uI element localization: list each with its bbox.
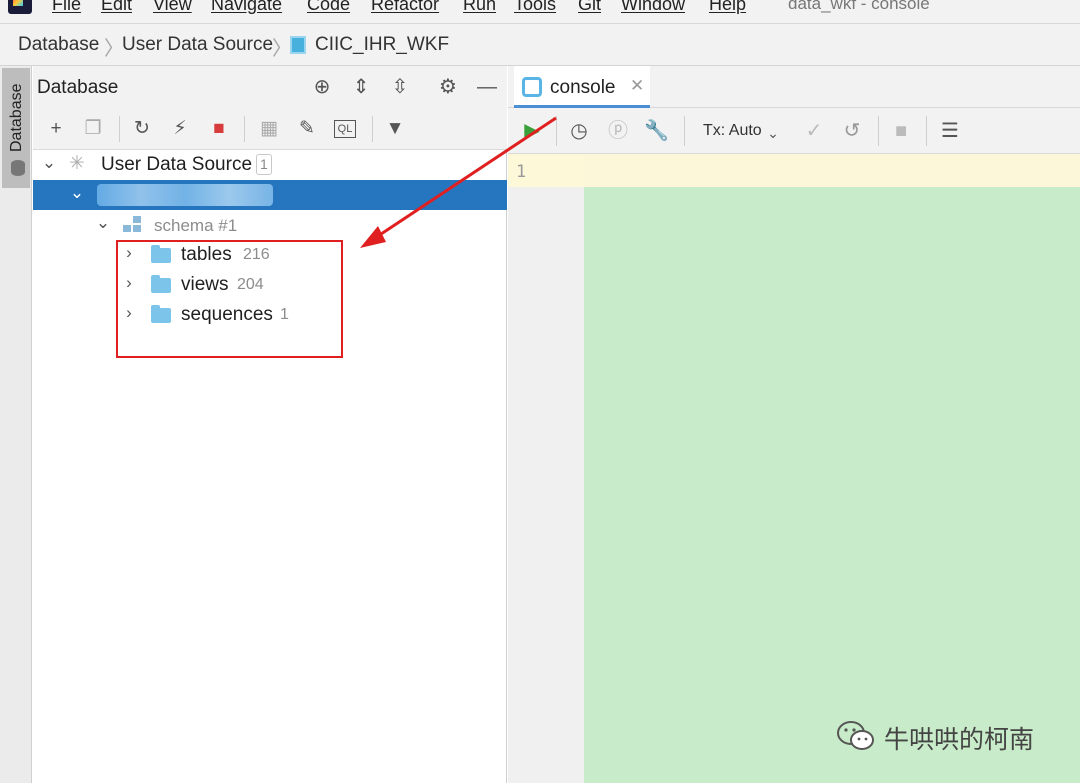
output-table-icon[interactable]: ☰ <box>938 119 962 143</box>
locate-icon[interactable]: ⊕ <box>311 76 333 98</box>
toolbar-separator <box>556 116 557 146</box>
settings-wrench-icon[interactable]: 🔧 <box>644 119 669 143</box>
schema-label: schema #1 <box>154 216 238 235</box>
toolbar-separator <box>878 116 879 146</box>
run-icon[interactable]: ▶ <box>520 119 544 143</box>
redacted-datasource-name <box>97 184 273 206</box>
tree-row-datasource-selected[interactable]: ⌄ <box>33 180 507 210</box>
chevron-down-icon[interactable]: ⌄ <box>95 213 111 233</box>
edit-icon[interactable]: ✎ <box>296 118 318 140</box>
toolbar-separator <box>926 116 927 146</box>
commit-icon[interactable]: ✓ <box>802 119 826 143</box>
breadcrumb-separator: 〉 <box>272 38 292 60</box>
menu-run[interactable]: Run <box>463 0 496 15</box>
menu-window[interactable]: Window <box>621 0 685 15</box>
sql-editor[interactable] <box>584 154 1080 783</box>
user-data-source-label: User Data Source <box>101 154 253 175</box>
tx-mode-dropdown[interactable]: Tx: Auto <box>703 122 762 140</box>
tree-row-schema[interactable]: ⌄ schema #1 <box>33 210 507 240</box>
toolbar-separator <box>244 116 245 142</box>
database-toolbar: + ❐ ↻ ⚡ ■ ▦ ✎ QL ▼ <box>33 108 507 150</box>
filter-icon[interactable]: ▼ <box>384 118 406 140</box>
menu-tools[interactable]: Tools <box>514 0 556 15</box>
chevron-down-icon[interactable]: ⌄ <box>41 153 57 173</box>
breadcrumb-user-data-source[interactable]: User Data Source <box>122 34 273 56</box>
tree-row-user-data-source[interactable]: ⌄ ✳ User Data Source 1 <box>33 150 507 180</box>
line-number: 1 <box>516 162 527 182</box>
tool-window-stripe: Database <box>0 66 32 783</box>
menu-help[interactable]: Help <box>709 0 746 15</box>
menu-view[interactable]: View <box>153 0 192 15</box>
tab-console-label: console <box>550 77 616 98</box>
rollback-icon[interactable]: ↺ <box>840 119 864 143</box>
menu-bar: File Edit View Navigate Code Refactor Ru… <box>0 0 1080 24</box>
database-file-icon <box>290 36 306 54</box>
expand-all-icon[interactable]: ⇕ <box>350 76 372 98</box>
data-source-count-badge: 1 <box>256 154 272 175</box>
console-icon <box>522 77 542 97</box>
ql-console-icon[interactable]: QL <box>334 120 356 138</box>
stop-icon[interactable]: ■ <box>208 118 230 140</box>
parameters-icon[interactable]: ⓟ <box>606 119 630 143</box>
duplicate-icon[interactable]: ❐ <box>82 118 104 140</box>
wechat-icon <box>837 721 874 750</box>
chevron-down-icon[interactable]: ⌄ <box>69 183 85 203</box>
database-cylinder-icon <box>11 160 25 176</box>
close-icon[interactable]: ✕ <box>630 76 644 96</box>
menu-refactor[interactable]: Refactor <box>371 0 439 15</box>
tab-console[interactable]: console ✕ <box>514 66 650 108</box>
schema-sync-icon[interactable]: ⚡ <box>169 118 191 140</box>
breadcrumb-ciic-ihr-wkf[interactable]: CIIC_IHR_WKF <box>315 34 449 56</box>
console-area: console ✕ ▶ ◷ ⓟ 🔧 Tx: Auto ⌄ ✓ ↺ ■ ☰ 1 <box>508 66 1080 783</box>
breadcrumb-database[interactable]: Database <box>18 34 99 56</box>
toolbar-separator <box>119 116 120 142</box>
menu-code[interactable]: Code <box>307 0 350 15</box>
loading-spinner-icon: ✳ <box>69 153 85 174</box>
watermark-text: 牛哄哄的柯南 <box>884 725 1035 754</box>
chevron-down-icon[interactable]: ⌄ <box>761 121 785 145</box>
history-icon[interactable]: ◷ <box>567 119 591 143</box>
collapse-all-icon[interactable]: ⇳ <box>389 76 411 98</box>
toolbar-separator <box>684 116 685 146</box>
database-tool-tab-label: Database <box>8 83 25 153</box>
menu-git[interactable]: Git <box>578 0 601 15</box>
schema-icon <box>123 216 143 234</box>
console-toolbar: ▶ ◷ ⓟ 🔧 Tx: Auto ⌄ ✓ ↺ ■ ☰ <box>508 108 1080 154</box>
annotation-highlight-box <box>116 240 343 358</box>
table-view-icon[interactable]: ▦ <box>258 118 280 140</box>
menu-edit[interactable]: Edit <box>101 0 132 15</box>
breadcrumb-separator: 〉 <box>104 38 124 60</box>
breadcrumb: Database 〉 User Data Source 〉 CIIC_IHR_W… <box>0 24 1080 66</box>
current-line-highlight <box>584 154 1080 187</box>
minimize-icon[interactable]: — <box>476 76 498 98</box>
refresh-icon[interactable]: ↻ <box>131 118 153 140</box>
database-panel-header: Database ⊕ ⇕ ⇳ ⚙ — <box>33 66 507 108</box>
stop-icon[interactable]: ■ <box>889 119 913 143</box>
editor-tab-bar: console ✕ <box>508 66 1080 108</box>
menu-navigate[interactable]: Navigate <box>211 0 282 15</box>
database-panel: Database ⊕ ⇕ ⇳ ⚙ — + ❐ ↻ ⚡ ■ ▦ ✎ QL ▼ ⌄ … <box>33 66 507 783</box>
add-icon[interactable]: + <box>45 118 67 140</box>
database-tool-tab[interactable]: Database <box>2 68 30 188</box>
app-logo-icon <box>8 0 32 14</box>
line-number-gutter: 1 <box>508 154 584 783</box>
menu-file[interactable]: File <box>52 0 81 15</box>
gear-icon[interactable]: ⚙ <box>437 76 459 98</box>
window-title: data_wkf - console <box>788 0 930 13</box>
database-panel-title: Database <box>37 77 119 98</box>
toolbar-separator <box>372 116 373 142</box>
